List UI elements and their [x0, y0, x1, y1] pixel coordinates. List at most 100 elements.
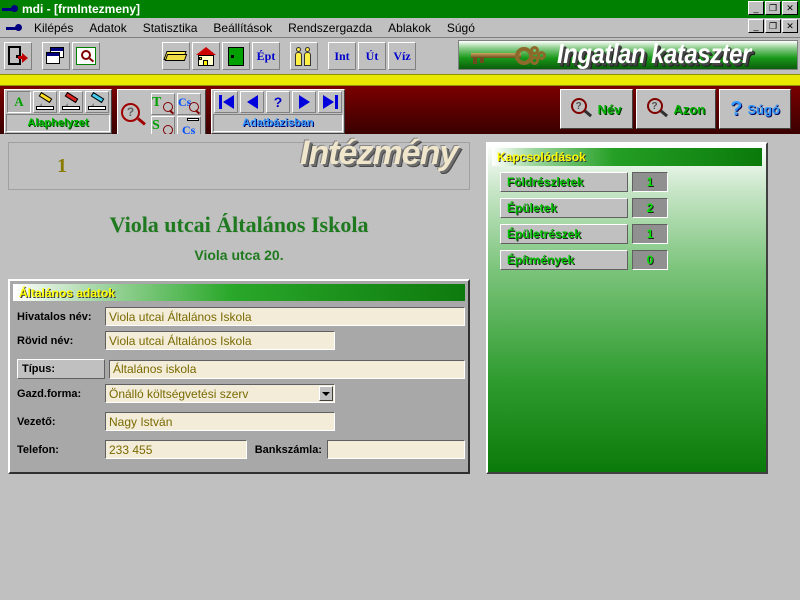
- nav-help-button[interactable]: ?: [266, 91, 290, 113]
- vezeto-input[interactable]: Nagy István: [105, 412, 335, 431]
- menu-item-adatok[interactable]: Adatok: [81, 20, 134, 36]
- search-by-id-button[interactable]: ? Azon: [635, 89, 717, 129]
- general-data-title: Általános adatok: [19, 285, 116, 300]
- ut-button[interactable]: Út: [358, 42, 386, 70]
- epuletreszek-button[interactable]: Épületrészek: [500, 224, 628, 244]
- nav-first-button[interactable]: [214, 91, 238, 113]
- relations-title: Kapcsolódások: [497, 150, 586, 164]
- bankszamla-label: Bankszámla:: [254, 443, 322, 456]
- book-icon: [163, 48, 188, 64]
- restore-button[interactable]: ❐: [765, 1, 781, 15]
- house-icon: [196, 46, 216, 66]
- window-controls: _ ❐ ✕: [748, 1, 798, 15]
- general-data-header: Általános adatok: [13, 284, 465, 301]
- institution-address: Viola utca 20.: [194, 247, 284, 263]
- mode-a-button[interactable]: A: [7, 91, 31, 113]
- book-button[interactable]: [162, 42, 190, 70]
- ept-button[interactable]: Épt: [252, 42, 280, 70]
- accent-bar: [0, 74, 800, 86]
- search-t-icon: T: [152, 95, 175, 115]
- window-title-bar: mdi - [frmIntezmeny] _ ❐ ✕: [0, 0, 800, 18]
- general-data-panel: Általános adatok Hivatalos név: Viola ut…: [8, 279, 470, 474]
- menu-item-kilepes[interactable]: Kilépés: [26, 20, 81, 36]
- epuletek-button[interactable]: Épületek: [500, 198, 628, 218]
- pen-edit-button[interactable]: [59, 91, 83, 113]
- menu-item-statisztika[interactable]: Statisztika: [135, 20, 206, 36]
- magnifier-question-icon: ?: [121, 102, 147, 129]
- gazd-forma-combo[interactable]: Önálló költségvetési szerv: [105, 384, 335, 403]
- edit-group-label: Alaphelyzet: [6, 114, 110, 132]
- chevron-down-icon[interactable]: [319, 386, 333, 401]
- people-icon: [295, 46, 313, 66]
- action-toolbar: A Alaphelyzet ? T Cs S Cs ? Adatbázisban…: [0, 86, 800, 142]
- menu-item-rendszergazda[interactable]: Rendszergazda: [280, 20, 380, 36]
- pen-delete-button[interactable]: [85, 91, 109, 113]
- main-toolbar: Épt Int Út Víz Ingatlan kataszter: [0, 38, 800, 74]
- telefon-label: Telefon:: [17, 443, 59, 456]
- search-window-icon: [76, 47, 96, 65]
- rovid-nev-input[interactable]: Viola utcai Általános Iskola: [105, 331, 335, 350]
- nav-group: ? Adatbázisban: [211, 89, 345, 134]
- child-minimize-button[interactable]: _: [748, 19, 764, 33]
- telefon-input[interactable]: 233 455: [105, 440, 247, 459]
- epuletek-count: 2: [632, 198, 668, 218]
- app-banner: Ingatlan kataszter: [458, 40, 798, 70]
- main-content: 1 Intézmény Viola utcai Általános Iskola…: [0, 134, 800, 586]
- relations-panel: Kapcsolódások Földrészletek 1 Épületek 2…: [486, 142, 768, 474]
- relation-row-epuletek: Épületek 2: [492, 198, 762, 218]
- epitmenyek-count: 0: [632, 250, 668, 270]
- help-label: Súgó: [747, 101, 781, 117]
- nav-prev-button[interactable]: [240, 91, 264, 113]
- tipus-input[interactable]: Általános iskola: [109, 359, 465, 379]
- epitmenyek-button[interactable]: Építmények: [500, 250, 628, 270]
- help-button[interactable]: ? Súgó: [719, 89, 791, 129]
- pen-red-icon: [62, 91, 80, 110]
- exit-button[interactable]: [4, 42, 32, 70]
- search-by-name-label: Név: [597, 101, 622, 117]
- search-window-button[interactable]: [72, 42, 100, 70]
- tipus-label: Típus:: [17, 359, 105, 379]
- close-button[interactable]: ✕: [782, 1, 798, 15]
- child-close-button[interactable]: ✕: [782, 19, 798, 33]
- search-by-name-button[interactable]: ? Név: [559, 89, 633, 129]
- search-t-button[interactable]: T: [151, 93, 175, 115]
- int-button[interactable]: Int: [328, 42, 356, 70]
- viz-button[interactable]: Víz: [388, 42, 416, 70]
- pen-new-button[interactable]: [33, 91, 57, 113]
- green-door-icon: [228, 46, 244, 66]
- hivatalos-nev-input[interactable]: Viola utcai Általános Iskola: [105, 307, 465, 326]
- nav-next-button[interactable]: [292, 91, 316, 113]
- pen-yellow-icon: [36, 91, 54, 110]
- foldreszletek-count: 1: [632, 172, 668, 192]
- gazd-forma-input[interactable]: Önálló költségvetési szerv: [105, 384, 335, 403]
- next-record-icon: [298, 95, 310, 109]
- door-button[interactable]: [222, 42, 250, 70]
- menu-item-beallitasok[interactable]: Beállítások: [205, 20, 280, 36]
- search-cs-icon: Cs: [178, 95, 201, 115]
- search-by-id-label: Azon: [673, 101, 706, 117]
- epuletreszek-count: 1: [632, 224, 668, 244]
- magnifier-question-icon: ?: [646, 98, 669, 120]
- field-row-rovid-nev: Rövid név: Viola utcai Általános Iskola: [13, 331, 465, 350]
- cascade-windows-button[interactable]: [42, 42, 70, 70]
- bankszamla-input[interactable]: [326, 440, 465, 459]
- app-key-icon: [2, 3, 18, 15]
- hivatalos-nev-label: Hivatalos név:: [17, 310, 92, 323]
- last-record-icon: [322, 95, 338, 109]
- foldreszletek-button[interactable]: Földrészletek: [500, 172, 628, 192]
- key-icon: [471, 45, 551, 65]
- nav-last-button[interactable]: [318, 91, 342, 113]
- menu-item-ablakok[interactable]: Ablakok: [380, 20, 439, 36]
- institution-name: Viola utcai Általános Iskola: [109, 212, 369, 237]
- relation-row-epitmenyek: Építmények 0: [492, 250, 762, 270]
- relation-row-epuletreszek: Épületrészek 1: [492, 224, 762, 244]
- minimize-button[interactable]: _: [748, 1, 764, 15]
- house-button[interactable]: [192, 42, 220, 70]
- menu-item-sugo[interactable]: Súgó: [439, 20, 483, 36]
- search-cs-button[interactable]: Cs: [177, 93, 201, 115]
- people-button[interactable]: [290, 42, 318, 70]
- question-mark-icon: ?: [730, 98, 743, 120]
- right-action-buttons: ? Név ? Azon ? Súgó: [559, 89, 794, 129]
- banner-title: Ingatlan kataszter: [557, 40, 751, 70]
- child-restore-button[interactable]: ❐: [765, 19, 781, 33]
